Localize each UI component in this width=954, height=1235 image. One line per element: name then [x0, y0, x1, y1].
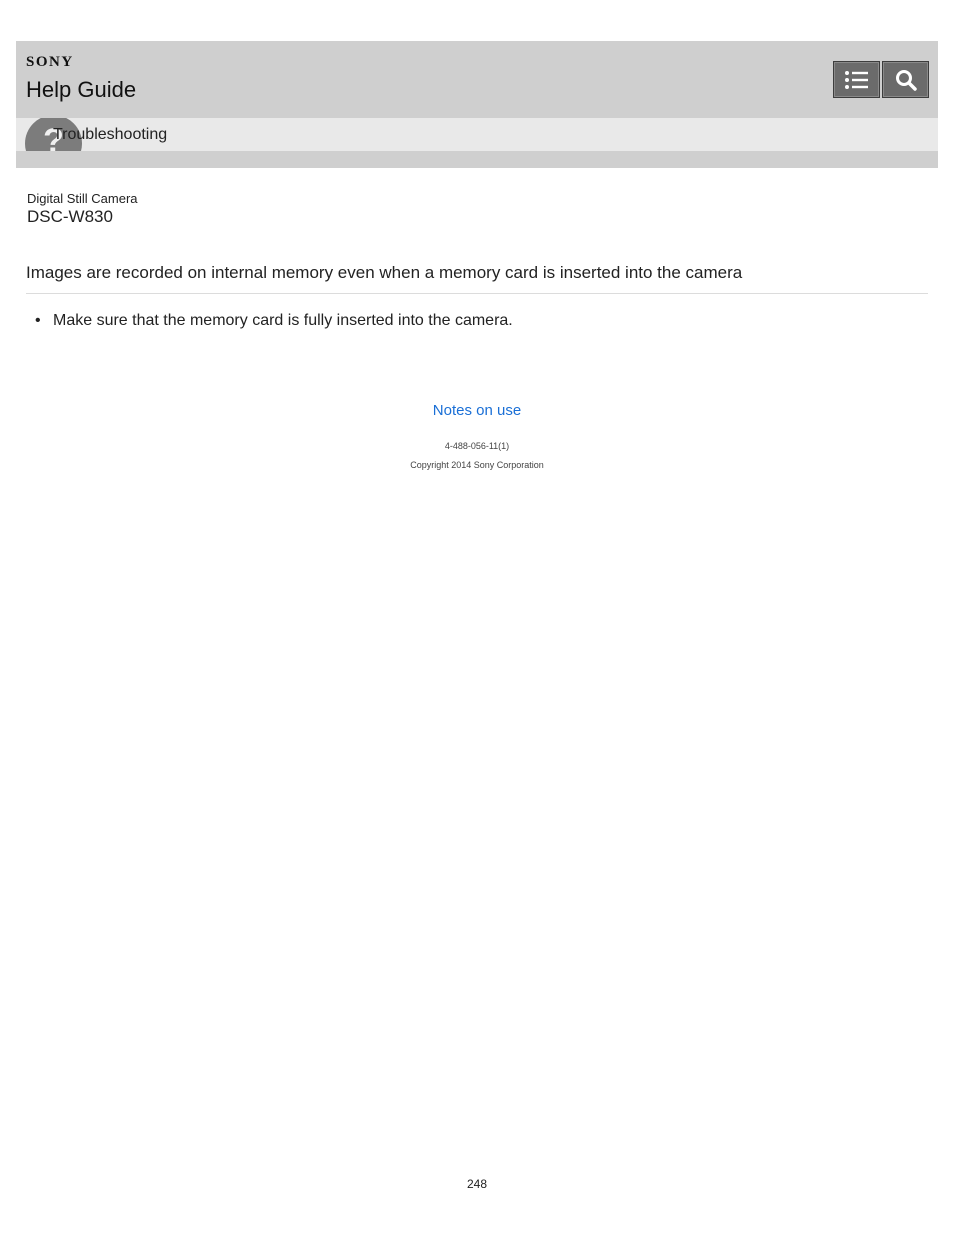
header-bar: SONY Help Guide ? Troubleshooting [16, 41, 938, 168]
notes-on-use-link[interactable]: Notes on use [0, 402, 954, 419]
list-item-text: Make sure that the memory card is fully … [53, 312, 513, 329]
list-icon [844, 70, 868, 89]
page-number: 248 [466, 1177, 488, 1191]
sony-logo: SONY [26, 54, 74, 70]
help-guide-title: Help Guide [26, 77, 137, 102]
list-item: • Make sure that the memory card is full… [35, 312, 513, 330]
header-buttons [833, 61, 929, 98]
product-model: DSC-W830 [27, 207, 113, 226]
content-list: • Make sure that the memory card is full… [35, 312, 513, 330]
product-type: Digital Still Camera [27, 191, 138, 206]
category-label[interactable]: Troubleshooting [53, 126, 167, 144]
document-number: 4-488-056-11(1) [444, 441, 510, 451]
bullet-icon: • [35, 312, 41, 329]
search-button[interactable] [882, 61, 929, 98]
category-bar: ? Troubleshooting [16, 118, 938, 151]
page-title: Images are recorded on internal memory e… [26, 263, 928, 294]
toc-button[interactable] [833, 61, 880, 98]
search-icon [895, 69, 917, 91]
copyright: Copyright 2014 Sony Corporation [410, 460, 544, 470]
